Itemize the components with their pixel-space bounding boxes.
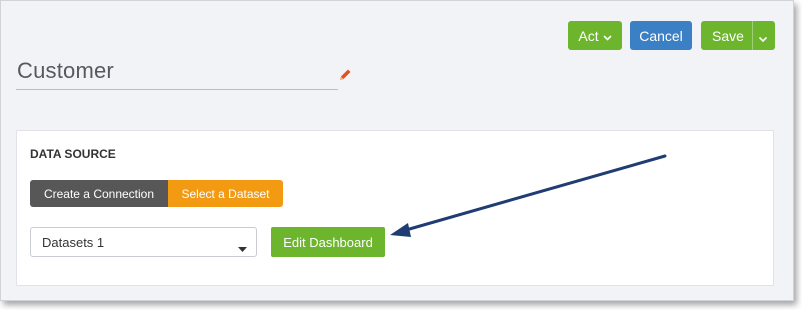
data-source-panel: DATA SOURCE Create a Connection Select a… <box>16 130 774 286</box>
cancel-button[interactable]: Cancel <box>630 21 692 50</box>
tab-label: Select a Dataset <box>181 186 270 201</box>
edit-dashboard-label: Edit Dashboard <box>283 234 373 250</box>
pencil-icon[interactable] <box>337 67 353 88</box>
edit-dashboard-button[interactable]: Edit Dashboard <box>271 227 385 257</box>
title-underline <box>16 89 338 90</box>
save-button[interactable]: Save <box>701 21 775 50</box>
caret-down-icon <box>238 240 247 255</box>
app-frame: Act Cancel Save Customer DATA SOURCE Cre… <box>0 0 794 301</box>
tab-label: Create a Connection <box>43 186 155 201</box>
tab-select-dataset[interactable]: Select a Dataset <box>168 180 283 207</box>
act-button[interactable]: Act <box>568 21 622 50</box>
chevron-down-icon[interactable] <box>758 30 768 46</box>
act-button-label: Act <box>578 27 599 44</box>
save-split-divider <box>752 21 753 50</box>
page-title: Customer <box>17 58 114 83</box>
section-title: DATA SOURCE <box>30 147 116 161</box>
dataset-select-value: Datasets 1 <box>42 234 105 250</box>
dataset-select[interactable]: Datasets 1 <box>30 227 257 257</box>
chevron-down-icon <box>603 28 612 44</box>
save-button-label: Save <box>712 27 744 44</box>
cancel-button-label: Cancel <box>639 27 683 44</box>
tab-create-connection[interactable]: Create a Connection <box>30 180 168 207</box>
